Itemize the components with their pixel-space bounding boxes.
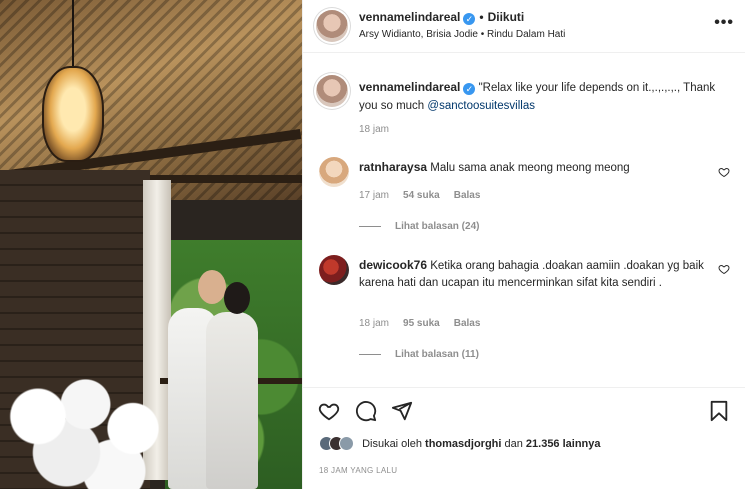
replies-divider (359, 353, 381, 355)
view-replies-button[interactable]: Lihat balasan (11) (359, 349, 479, 360)
author-avatar[interactable] (316, 10, 348, 42)
comment-likes[interactable]: 95 suka (403, 318, 440, 329)
view-replies-label: Lihat balasan (11) (395, 349, 479, 360)
commenter-avatar[interactable] (319, 255, 349, 285)
photo-lamp (42, 0, 104, 162)
comment-meta: 18 jam 95 suka Balas (359, 318, 494, 329)
view-replies-button[interactable]: Lihat balasan (24) (359, 221, 479, 232)
liked-by-username[interactable]: thomasdjorghi (425, 438, 501, 450)
likes-text: Disukai oleh thomasdjorghi dan 21.356 la… (362, 438, 600, 450)
photo-bubbles (0, 368, 190, 489)
likes-prefix: Disukai oleh (362, 437, 426, 450)
likes-count-link[interactable]: 21.356 lainnya (526, 438, 601, 450)
replies-divider (359, 225, 381, 227)
comment-text-block: dewicook76 Ketika orang bahagia .doakan … (359, 257, 714, 292)
photo-beam (150, 175, 302, 183)
comment-likes[interactable]: 54 suka (403, 190, 440, 201)
caption-username[interactable]: vennamelindareal (359, 80, 460, 94)
more-options-button[interactable]: ••• (714, 14, 734, 32)
verified-badge-icon: ✓ (463, 83, 476, 95)
liker-avatar[interactable] (339, 436, 354, 451)
commenter-avatar[interactable] (319, 157, 349, 187)
post-audio-subtitle[interactable]: Arsy Widianto, Brisia Jodie • Rindu Dala… (359, 29, 565, 40)
share-icon (391, 401, 413, 421)
heart-icon (318, 403, 340, 421)
separator-dot: • (479, 10, 484, 24)
commenter-username[interactable]: ratnharaysa (359, 160, 427, 174)
share-button[interactable] (391, 400, 413, 422)
comment-text-block: ratnharaysa Malu sama anak meong meong m… (359, 159, 714, 177)
comment-time[interactable]: 18 jam (359, 318, 389, 329)
following-button[interactable]: Diikuti (488, 10, 525, 24)
comment-body: Malu sama anak meong meong meong (430, 162, 630, 174)
save-button[interactable] (708, 400, 730, 422)
post-header: vennamelindareal ✓ • Diikuti Arsy Widianto,… (303, 0, 745, 53)
post-actions-footer: Disukai oleh thomasdjorghi dan 21.356 la… (303, 387, 745, 489)
likes-summary: Disukai oleh thomasdjorghi dan 21.356 la… (319, 436, 601, 451)
comment-icon (356, 401, 377, 422)
caption-avatar[interactable] (316, 75, 348, 107)
reply-button[interactable]: Balas (454, 190, 481, 201)
comment-time[interactable]: 17 jam (359, 190, 389, 201)
bookmark-icon (710, 400, 728, 422)
likes-conjunction: dan (501, 437, 526, 450)
reply-button[interactable]: Balas (454, 318, 481, 329)
comment-like-icon[interactable] (718, 263, 730, 275)
post-photo[interactable] (0, 0, 302, 489)
comment-meta: 17 jam 54 suka Balas (359, 190, 494, 201)
verified-badge-icon: ✓ (463, 13, 476, 25)
post-timestamp[interactable]: 18 JAM YANG LALU (319, 466, 397, 475)
comment-like-icon[interactable] (718, 166, 730, 178)
post-side-panel: vennamelindareal ✓ • Diikuti Arsy Widianto,… (302, 0, 745, 489)
header-line: vennamelindareal ✓ • Diikuti (359, 10, 524, 25)
caption-text: vennamelindareal ✓ "Relax like your life … (359, 78, 729, 115)
caption-mention-link[interactable]: @sanctoosuitesvillas (427, 100, 535, 112)
caption-time[interactable]: 18 jam (359, 124, 389, 135)
like-button[interactable] (318, 400, 340, 422)
author-username[interactable]: vennamelindareal (359, 10, 460, 24)
commenter-username[interactable]: dewicook76 (359, 258, 427, 272)
post-modal: vennamelindareal ✓ • Diikuti Arsy Widianto,… (0, 0, 745, 489)
view-replies-label: Lihat balasan (24) (395, 221, 480, 232)
comment-button[interactable] (355, 400, 377, 422)
